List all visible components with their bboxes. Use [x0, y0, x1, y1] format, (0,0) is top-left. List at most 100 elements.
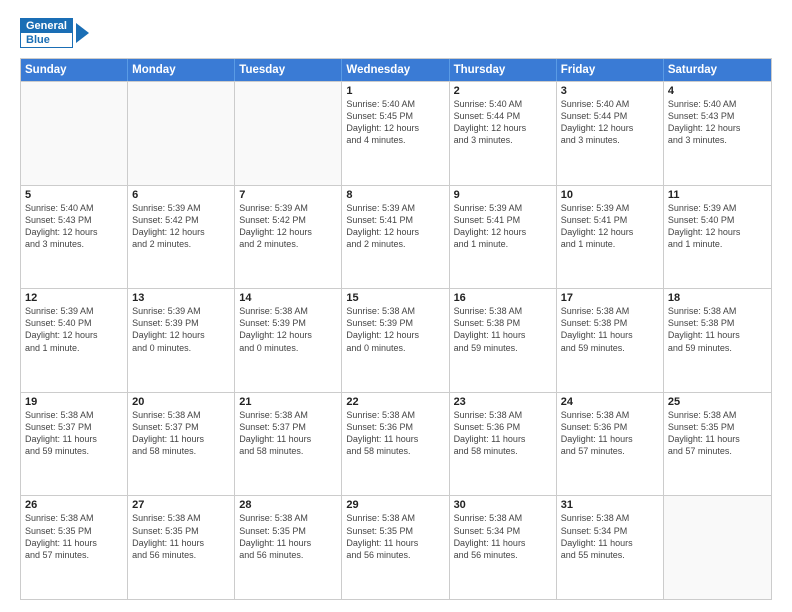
calendar-day-26: 26Sunrise: 5:38 AMSunset: 5:35 PMDayligh…: [21, 496, 128, 599]
calendar-day-28: 28Sunrise: 5:38 AMSunset: 5:35 PMDayligh…: [235, 496, 342, 599]
day-header-tuesday: Tuesday: [235, 59, 342, 81]
day-number: 22: [346, 396, 444, 408]
day-info: Sunrise: 5:40 AMSunset: 5:45 PMDaylight:…: [346, 98, 444, 147]
day-info: Sunrise: 5:39 AMSunset: 5:41 PMDaylight:…: [454, 202, 552, 251]
day-number: 30: [454, 499, 552, 511]
calendar-day-14: 14Sunrise: 5:38 AMSunset: 5:39 PMDayligh…: [235, 289, 342, 392]
day-number: 20: [132, 396, 230, 408]
day-info: Sunrise: 5:38 AMSunset: 5:39 PMDaylight:…: [239, 305, 337, 354]
calendar-day-27: 27Sunrise: 5:38 AMSunset: 5:35 PMDayligh…: [128, 496, 235, 599]
calendar-empty-cell: [128, 82, 235, 185]
day-number: 15: [346, 292, 444, 304]
calendar-day-16: 16Sunrise: 5:38 AMSunset: 5:38 PMDayligh…: [450, 289, 557, 392]
day-number: 27: [132, 499, 230, 511]
calendar-day-4: 4Sunrise: 5:40 AMSunset: 5:43 PMDaylight…: [664, 82, 771, 185]
day-info: Sunrise: 5:40 AMSunset: 5:44 PMDaylight:…: [454, 98, 552, 147]
calendar-day-9: 9Sunrise: 5:39 AMSunset: 5:41 PMDaylight…: [450, 186, 557, 289]
day-info: Sunrise: 5:38 AMSunset: 5:38 PMDaylight:…: [668, 305, 767, 354]
calendar-week-3: 12Sunrise: 5:39 AMSunset: 5:40 PMDayligh…: [21, 288, 771, 392]
day-number: 10: [561, 189, 659, 201]
day-number: 5: [25, 189, 123, 201]
day-info: Sunrise: 5:39 AMSunset: 5:42 PMDaylight:…: [239, 202, 337, 251]
day-number: 1: [346, 85, 444, 97]
calendar-day-6: 6Sunrise: 5:39 AMSunset: 5:42 PMDaylight…: [128, 186, 235, 289]
header: General Blue: [20, 18, 772, 48]
day-number: 14: [239, 292, 337, 304]
calendar-empty-cell: [235, 82, 342, 185]
day-number: 28: [239, 499, 337, 511]
calendar-day-19: 19Sunrise: 5:38 AMSunset: 5:37 PMDayligh…: [21, 393, 128, 496]
calendar-week-5: 26Sunrise: 5:38 AMSunset: 5:35 PMDayligh…: [21, 495, 771, 599]
day-info: Sunrise: 5:39 AMSunset: 5:41 PMDaylight:…: [561, 202, 659, 251]
day-info: Sunrise: 5:38 AMSunset: 5:35 PMDaylight:…: [132, 512, 230, 561]
day-info: Sunrise: 5:39 AMSunset: 5:40 PMDaylight:…: [668, 202, 767, 251]
calendar-day-11: 11Sunrise: 5:39 AMSunset: 5:40 PMDayligh…: [664, 186, 771, 289]
day-number: 3: [561, 85, 659, 97]
day-number: 9: [454, 189, 552, 201]
calendar-body: 1Sunrise: 5:40 AMSunset: 5:45 PMDaylight…: [21, 81, 771, 599]
day-info: Sunrise: 5:38 AMSunset: 5:36 PMDaylight:…: [561, 409, 659, 458]
calendar-empty-cell: [21, 82, 128, 185]
day-info: Sunrise: 5:38 AMSunset: 5:34 PMDaylight:…: [561, 512, 659, 561]
calendar-day-29: 29Sunrise: 5:38 AMSunset: 5:35 PMDayligh…: [342, 496, 449, 599]
calendar-week-2: 5Sunrise: 5:40 AMSunset: 5:43 PMDaylight…: [21, 185, 771, 289]
calendar-day-1: 1Sunrise: 5:40 AMSunset: 5:45 PMDaylight…: [342, 82, 449, 185]
day-info: Sunrise: 5:38 AMSunset: 5:34 PMDaylight:…: [454, 512, 552, 561]
day-info: Sunrise: 5:39 AMSunset: 5:39 PMDaylight:…: [132, 305, 230, 354]
day-number: 19: [25, 396, 123, 408]
page: General Blue SundayMondayTuesdayWednesda…: [0, 0, 792, 612]
day-header-friday: Friday: [557, 59, 664, 81]
day-number: 16: [454, 292, 552, 304]
day-number: 31: [561, 499, 659, 511]
day-info: Sunrise: 5:38 AMSunset: 5:39 PMDaylight:…: [346, 305, 444, 354]
day-number: 6: [132, 189, 230, 201]
day-number: 24: [561, 396, 659, 408]
day-info: Sunrise: 5:38 AMSunset: 5:35 PMDaylight:…: [346, 512, 444, 561]
day-info: Sunrise: 5:38 AMSunset: 5:36 PMDaylight:…: [454, 409, 552, 458]
day-info: Sunrise: 5:38 AMSunset: 5:35 PMDaylight:…: [668, 409, 767, 458]
calendar-day-13: 13Sunrise: 5:39 AMSunset: 5:39 PMDayligh…: [128, 289, 235, 392]
calendar-day-15: 15Sunrise: 5:38 AMSunset: 5:39 PMDayligh…: [342, 289, 449, 392]
day-info: Sunrise: 5:38 AMSunset: 5:37 PMDaylight:…: [25, 409, 123, 458]
day-header-sunday: Sunday: [21, 59, 128, 81]
calendar-empty-cell: [664, 496, 771, 599]
calendar-day-25: 25Sunrise: 5:38 AMSunset: 5:35 PMDayligh…: [664, 393, 771, 496]
logo: General Blue: [20, 18, 89, 48]
calendar-week-1: 1Sunrise: 5:40 AMSunset: 5:45 PMDaylight…: [21, 81, 771, 185]
day-info: Sunrise: 5:38 AMSunset: 5:37 PMDaylight:…: [239, 409, 337, 458]
day-number: 25: [668, 396, 767, 408]
day-number: 8: [346, 189, 444, 201]
calendar-day-20: 20Sunrise: 5:38 AMSunset: 5:37 PMDayligh…: [128, 393, 235, 496]
calendar-day-17: 17Sunrise: 5:38 AMSunset: 5:38 PMDayligh…: [557, 289, 664, 392]
calendar-day-30: 30Sunrise: 5:38 AMSunset: 5:34 PMDayligh…: [450, 496, 557, 599]
day-header-monday: Monday: [128, 59, 235, 81]
calendar-day-5: 5Sunrise: 5:40 AMSunset: 5:43 PMDaylight…: [21, 186, 128, 289]
day-info: Sunrise: 5:40 AMSunset: 5:43 PMDaylight:…: [668, 98, 767, 147]
day-number: 7: [239, 189, 337, 201]
calendar-day-31: 31Sunrise: 5:38 AMSunset: 5:34 PMDayligh…: [557, 496, 664, 599]
day-header-thursday: Thursday: [450, 59, 557, 81]
day-number: 21: [239, 396, 337, 408]
day-number: 29: [346, 499, 444, 511]
day-number: 11: [668, 189, 767, 201]
day-number: 13: [132, 292, 230, 304]
day-info: Sunrise: 5:40 AMSunset: 5:44 PMDaylight:…: [561, 98, 659, 147]
calendar-day-2: 2Sunrise: 5:40 AMSunset: 5:44 PMDaylight…: [450, 82, 557, 185]
calendar-day-12: 12Sunrise: 5:39 AMSunset: 5:40 PMDayligh…: [21, 289, 128, 392]
day-info: Sunrise: 5:38 AMSunset: 5:38 PMDaylight:…: [454, 305, 552, 354]
day-header-saturday: Saturday: [664, 59, 771, 81]
day-info: Sunrise: 5:39 AMSunset: 5:42 PMDaylight:…: [132, 202, 230, 251]
calendar-week-4: 19Sunrise: 5:38 AMSunset: 5:37 PMDayligh…: [21, 392, 771, 496]
day-info: Sunrise: 5:38 AMSunset: 5:35 PMDaylight:…: [25, 512, 123, 561]
day-info: Sunrise: 5:38 AMSunset: 5:37 PMDaylight:…: [132, 409, 230, 458]
calendar-day-18: 18Sunrise: 5:38 AMSunset: 5:38 PMDayligh…: [664, 289, 771, 392]
calendar-header: SundayMondayTuesdayWednesdayThursdayFrid…: [21, 59, 771, 81]
day-info: Sunrise: 5:39 AMSunset: 5:40 PMDaylight:…: [25, 305, 123, 354]
calendar-day-8: 8Sunrise: 5:39 AMSunset: 5:41 PMDaylight…: [342, 186, 449, 289]
calendar-day-3: 3Sunrise: 5:40 AMSunset: 5:44 PMDaylight…: [557, 82, 664, 185]
calendar: SundayMondayTuesdayWednesdayThursdayFrid…: [20, 58, 772, 600]
day-info: Sunrise: 5:38 AMSunset: 5:35 PMDaylight:…: [239, 512, 337, 561]
calendar-day-22: 22Sunrise: 5:38 AMSunset: 5:36 PMDayligh…: [342, 393, 449, 496]
day-number: 2: [454, 85, 552, 97]
calendar-day-10: 10Sunrise: 5:39 AMSunset: 5:41 PMDayligh…: [557, 186, 664, 289]
